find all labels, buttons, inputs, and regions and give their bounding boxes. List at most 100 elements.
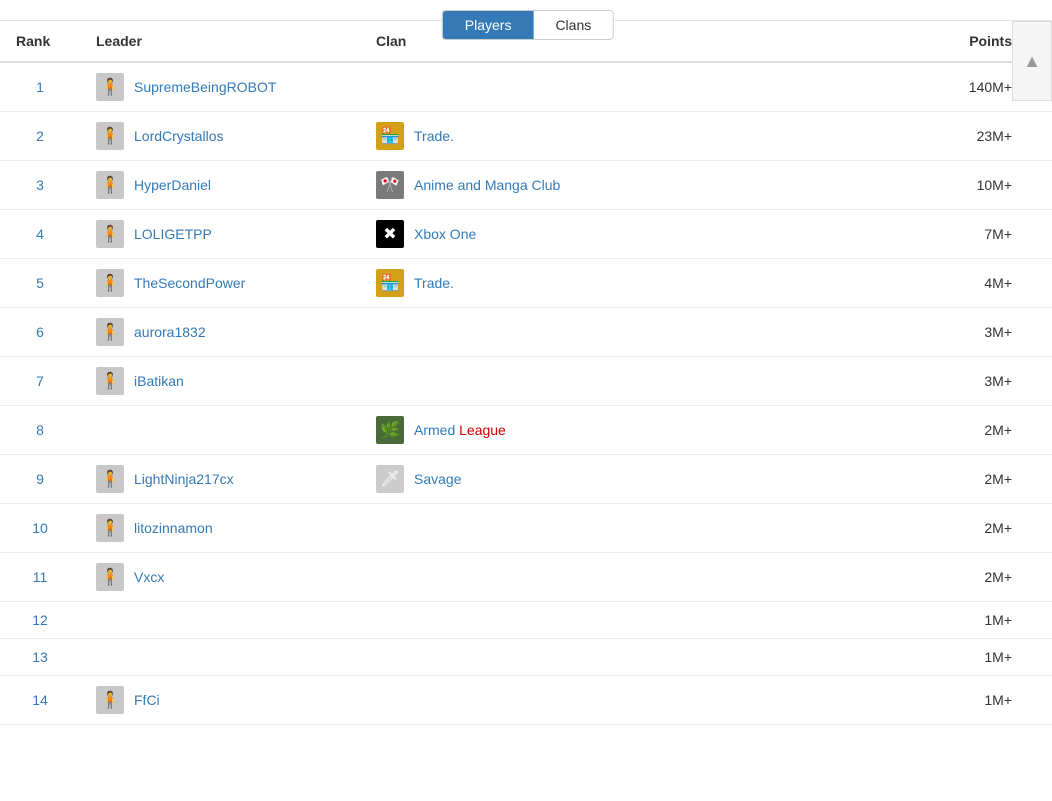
table-row[interactable]: 7 🧍 iBatikan 3M+ xyxy=(0,357,1052,406)
avatar: 🧍 xyxy=(96,563,124,591)
rank-cell: 7 xyxy=(0,357,80,406)
clan-name[interactable]: Armed League xyxy=(414,422,506,438)
table-row[interactable]: 10 🧍 litozinnamon 2M+ xyxy=(0,504,1052,553)
points-cell: 2M+ xyxy=(780,504,1052,553)
avatar: 🧍 xyxy=(96,686,124,714)
leader-name: TheSecondPower xyxy=(134,275,245,291)
points-cell: 10M+ xyxy=(780,161,1052,210)
clan-name[interactable]: Trade. xyxy=(414,275,454,291)
clan-cell xyxy=(360,602,780,639)
leader-cell: 🧍LordCrystallos xyxy=(80,112,360,161)
clan-icon: 🎌 xyxy=(376,171,404,199)
leaderboard-table: Rank Leader Clan Points 1🧍SupremeBeingRO… xyxy=(0,21,1052,725)
rank-cell: 4 xyxy=(0,210,80,259)
avatar: 🧍 xyxy=(96,73,124,101)
points-cell: 7M+ xyxy=(780,210,1052,259)
table-row[interactable]: 1🧍SupremeBeingROBOT140M+ xyxy=(0,62,1052,112)
rank-cell: 13 xyxy=(0,639,80,676)
rank-cell: 11 xyxy=(0,553,80,602)
clan-cell xyxy=(360,357,780,406)
leader-name: LordCrystallos xyxy=(134,128,223,144)
table-row[interactable]: 9🧍LightNinja217cx 🗡 Savage 2M+ xyxy=(0,455,1052,504)
leader-name: aurora1832 xyxy=(134,324,206,340)
clan-cell: 🏪 Trade. xyxy=(360,112,780,161)
table-container: Rank Leader Clan Points 1🧍SupremeBeingRO… xyxy=(0,21,1052,725)
leader-cell: 🧍 Vxcx xyxy=(80,553,360,602)
table-row[interactable]: 4 🧍 LOLIGETPP ✖ Xbox One 7M+ xyxy=(0,210,1052,259)
points-cell: 1M+ xyxy=(780,639,1052,676)
clan-icon: ✖ xyxy=(376,220,404,248)
leader-name: HyperDaniel xyxy=(134,177,211,193)
scroll-up-button[interactable]: ▲ xyxy=(1012,21,1052,101)
col-clan: Clan xyxy=(360,21,780,62)
avatar: 🧍 xyxy=(96,220,124,248)
clan-cell: ✖ Xbox One xyxy=(360,210,780,259)
leader-cell: 🧍 HyperDaniel xyxy=(80,161,360,210)
rank-cell: 5 xyxy=(0,259,80,308)
clan-name[interactable]: Anime and Manga Club xyxy=(414,177,560,193)
rank-cell: 6 xyxy=(0,308,80,357)
points-cell: 2M+ xyxy=(780,553,1052,602)
table-row[interactable]: 14🧍FfCi1M+ xyxy=(0,676,1052,725)
points-cell: 1M+ xyxy=(780,602,1052,639)
table-row[interactable]: 12 1M+ xyxy=(0,602,1052,639)
clan-icon: 🌿 xyxy=(376,416,404,444)
clan-icon: 🏪 xyxy=(376,269,404,297)
points-cell: 4M+ xyxy=(780,259,1052,308)
leader-cell: 🧍LightNinja217cx xyxy=(80,455,360,504)
leader-name: LOLIGETPP xyxy=(134,226,212,242)
leader-name: FfCi xyxy=(134,692,160,708)
header: Players Clans xyxy=(0,0,1052,21)
table-row[interactable]: 3🧍HyperDaniel🎌Anime and Manga Club10M+ xyxy=(0,161,1052,210)
leader-cell: 🧍 FfCi xyxy=(80,676,360,725)
rank-cell: 12 xyxy=(0,602,80,639)
leader-name: Vxcx xyxy=(134,569,164,585)
clan-cell: 🌿 Armed League xyxy=(360,406,780,455)
leader-name: iBatikan xyxy=(134,373,184,389)
avatar: 🧍 xyxy=(96,318,124,346)
leader-cell xyxy=(80,602,360,639)
leader-cell: 🧍 litozinnamon xyxy=(80,504,360,553)
col-rank: Rank xyxy=(0,21,80,62)
clan-cell xyxy=(360,308,780,357)
leader-cell: 🧍SupremeBeingROBOT xyxy=(80,62,360,112)
clan-icon: 🏪 xyxy=(376,122,404,150)
rank-cell: 10 xyxy=(0,504,80,553)
rank-cell: 8 xyxy=(0,406,80,455)
leader-cell xyxy=(80,406,360,455)
clan-cell: 🏪 Trade. xyxy=(360,259,780,308)
leader-cell xyxy=(80,639,360,676)
rank-cell: 1 xyxy=(0,62,80,112)
col-leader: Leader xyxy=(80,21,360,62)
points-cell: 2M+ xyxy=(780,406,1052,455)
table-row[interactable]: 6 🧍 aurora1832 3M+ xyxy=(0,308,1052,357)
points-cell: 23M+ xyxy=(780,112,1052,161)
rank-cell: 14 xyxy=(0,676,80,725)
clan-cell xyxy=(360,504,780,553)
clan-cell xyxy=(360,639,780,676)
points-cell: 3M+ xyxy=(780,357,1052,406)
clan-name[interactable]: Xbox One xyxy=(414,226,476,242)
avatar: 🧍 xyxy=(96,367,124,395)
leader-cell: 🧍 LOLIGETPP xyxy=(80,210,360,259)
table-row[interactable]: 8 🌿 Armed League 2M+ xyxy=(0,406,1052,455)
rank-cell: 2 xyxy=(0,112,80,161)
points-cell: 3M+ xyxy=(780,308,1052,357)
rank-cell: 9 xyxy=(0,455,80,504)
leader-cell: 🧍 iBatikan xyxy=(80,357,360,406)
table-row[interactable]: 2🧍LordCrystallos 🏪 Trade. 23M+ xyxy=(0,112,1052,161)
clan-name[interactable]: Trade. xyxy=(414,128,454,144)
avatar: 🧍 xyxy=(96,171,124,199)
clan-cell xyxy=(360,676,780,725)
avatar: 🧍 xyxy=(96,514,124,542)
clan-name[interactable]: Savage xyxy=(414,471,461,487)
clan-cell xyxy=(360,553,780,602)
table-row[interactable]: 5🧍TheSecondPower🏪Trade.4M+ xyxy=(0,259,1052,308)
leader-cell: 🧍 aurora1832 xyxy=(80,308,360,357)
table-row[interactable]: 11 🧍 Vxcx 2M+ xyxy=(0,553,1052,602)
table-row[interactable]: 13 1M+ xyxy=(0,639,1052,676)
clan-icon: 🗡 xyxy=(376,465,404,493)
clan-cell: 🗡 Savage xyxy=(360,455,780,504)
leader-name: litozinnamon xyxy=(134,520,213,536)
points-cell: 2M+ xyxy=(780,455,1052,504)
